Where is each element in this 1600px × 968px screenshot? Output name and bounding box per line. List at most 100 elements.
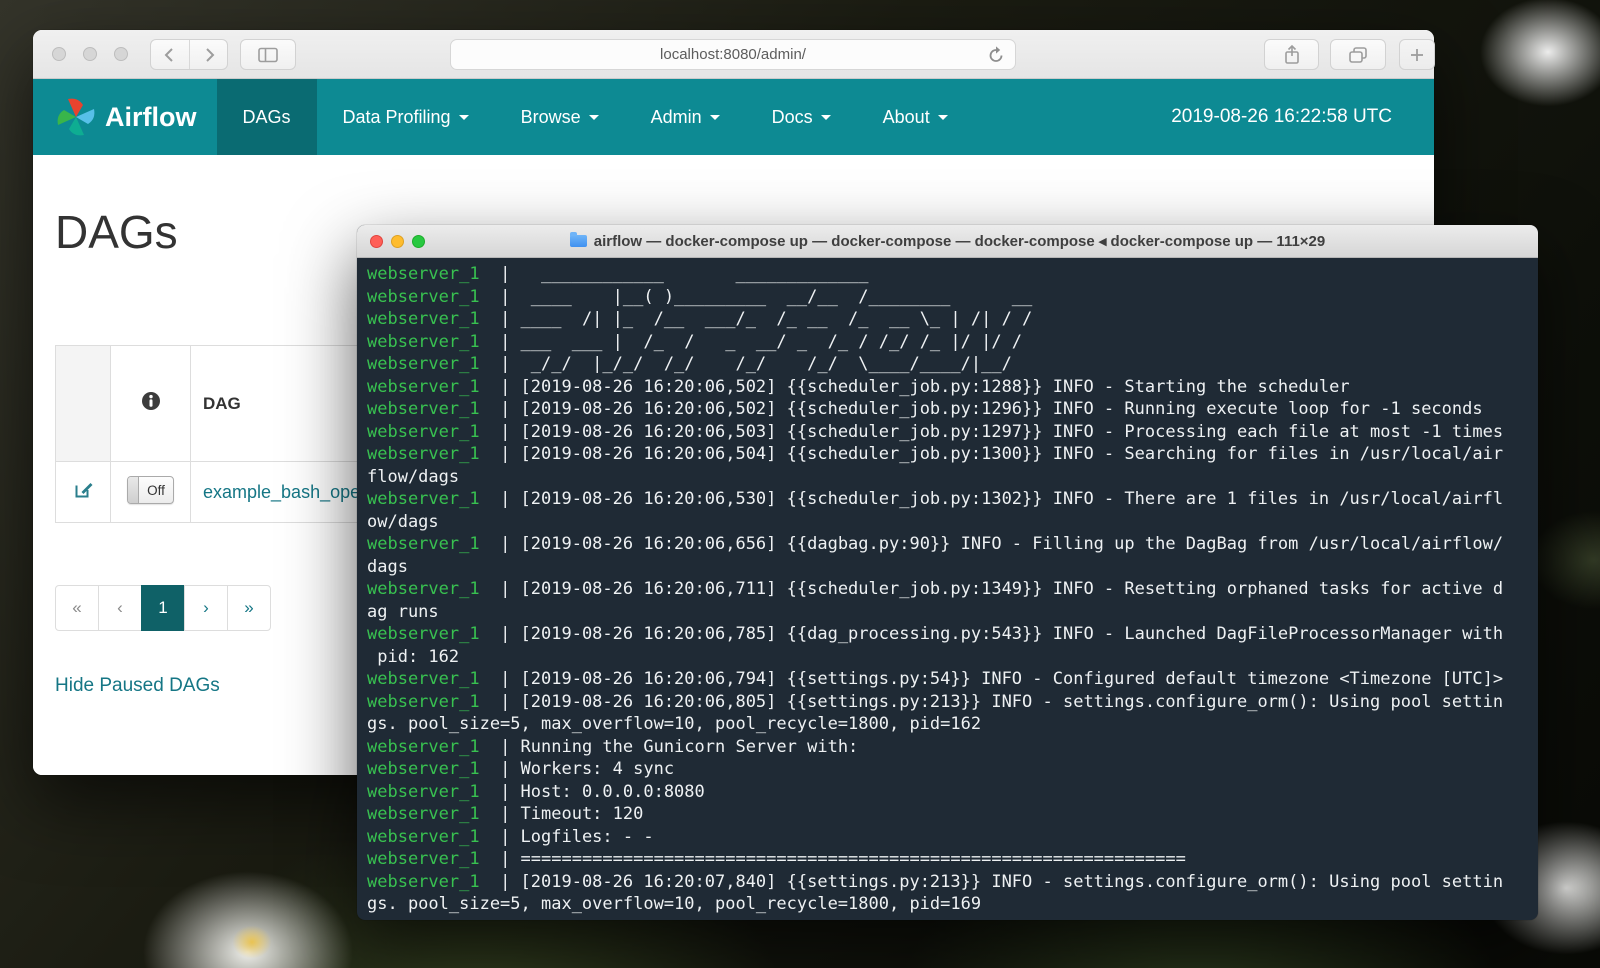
terminal-window-controls [370, 225, 425, 257]
hide-paused-dags-link[interactable]: Hide Paused DAGs [55, 675, 220, 697]
log-text-wrapped: gs. pool_size=5, max_overflow=10, pool_r… [367, 894, 981, 914]
terminal-window: airflow — docker-compose up — docker-com… [357, 225, 1538, 920]
caret-down-icon [459, 115, 469, 120]
browser-minimize-button[interactable] [83, 47, 97, 61]
terminal-output[interactable]: webserver_1 | ____________ _____________… [357, 258, 1538, 920]
log-text-wrapped: flow/dags [367, 467, 459, 487]
chevron-left-icon [161, 46, 179, 64]
terminal-line: webserver_1 | Workers: 4 sync [367, 758, 1538, 781]
utc-clock: 2019-08-26 16:22:58 UTC [1171, 106, 1392, 128]
log-text-wrapped: ag runs [367, 602, 439, 622]
terminal-line: webserver_1 | [2019-08-26 16:20:06,785] … [367, 623, 1538, 646]
browser-zoom-button[interactable] [114, 47, 128, 61]
terminal-title-group: airflow — docker-compose up — docker-com… [570, 232, 1326, 250]
history-buttons [150, 39, 228, 70]
forward-button[interactable] [189, 40, 227, 69]
nav-item-about[interactable]: About [857, 79, 974, 155]
nav-item-admin[interactable]: Admin [625, 79, 746, 155]
terminal-line: gs. pool_size=5, max_overflow=10, pool_r… [367, 713, 1538, 736]
nav-item-data-profiling[interactable]: Data Profiling [317, 79, 495, 155]
service-name: webserver_1 [367, 737, 480, 757]
table-header-info [111, 346, 191, 462]
log-text: | [2019-08-26 16:20:06,530] {{scheduler_… [480, 489, 1504, 509]
log-text-wrapped: gs. pool_size=5, max_overflow=10, pool_r… [367, 714, 981, 734]
airflow-navbar: Airflow DAGsData Profiling Browse Admin Doc… [33, 79, 1434, 155]
share-button[interactable] [1264, 39, 1319, 70]
service-name: webserver_1 [367, 624, 480, 644]
terminal-line: webserver_1 | [2019-08-26 16:20:06,711] … [367, 578, 1538, 601]
service-name: webserver_1 [367, 669, 480, 689]
log-text: | ======================================… [480, 849, 1186, 869]
edit-dag-icon[interactable] [73, 487, 94, 504]
terminal-titlebar[interactable]: airflow — docker-compose up — docker-com… [357, 225, 1538, 258]
address-bar[interactable]: localhost:8080/admin/ [450, 39, 1016, 70]
log-text: | Running the Gunicorn Server with: [480, 737, 859, 757]
log-text: | ___ ___ | /_ / _ __/ _ /_ / /_/ /_ |/ … [480, 332, 1022, 352]
nav-item-browse[interactable]: Browse [495, 79, 625, 155]
url-text: localhost:8080/admin/ [660, 46, 806, 63]
log-text-wrapped: pid: 162 [367, 647, 459, 667]
toggle-label: Off [139, 477, 173, 503]
brand-name: Airflow [105, 102, 197, 133]
log-text-wrapped: dags [367, 557, 408, 577]
show-tabs-button[interactable] [1330, 39, 1386, 70]
terminal-line: webserver_1 | ____________ _____________ [367, 263, 1538, 286]
pagination-button-4[interactable]: › [184, 585, 228, 631]
log-text: | [2019-08-26 16:20:06,502] {{scheduler_… [480, 377, 1350, 397]
service-name: webserver_1 [367, 534, 480, 554]
service-name: webserver_1 [367, 444, 480, 464]
log-text: | [2019-08-26 16:20:06,656] {{dagbag.py:… [480, 534, 1504, 554]
service-name: webserver_1 [367, 872, 480, 892]
dag-pause-toggle[interactable]: Off [127, 476, 174, 504]
nav-item-label: Browse [521, 107, 581, 128]
service-name: webserver_1 [367, 849, 480, 869]
pagination-button-3[interactable]: 1 [141, 585, 185, 631]
terminal-minimize-button[interactable] [391, 235, 404, 248]
terminal-line: webserver_1 | [2019-08-26 16:20:06,656] … [367, 533, 1538, 556]
browser-window-controls [52, 30, 128, 78]
pagination-button-2[interactable]: ‹ [98, 585, 142, 631]
service-name: webserver_1 [367, 309, 480, 329]
table-header-blank [56, 346, 111, 462]
nav-item-docs[interactable]: Docs [746, 79, 857, 155]
caret-down-icon [710, 115, 720, 120]
terminal-line: webserver_1 | [2019-08-26 16:20:06,504] … [367, 443, 1538, 466]
terminal-line: webserver_1 | [2019-08-26 16:20:06,503] … [367, 421, 1538, 444]
sidebar-button[interactable] [240, 39, 296, 70]
nav-item-dags[interactable]: DAGs [217, 79, 317, 155]
nav-item-label: Docs [772, 107, 813, 128]
terminal-line: webserver_1 | ___ ___ | /_ / _ __/ _ /_ … [367, 331, 1538, 354]
service-name: webserver_1 [367, 377, 480, 397]
terminal-line: pid: 162 [367, 646, 1538, 669]
log-text: | Timeout: 120 [480, 804, 644, 824]
new-tab-button[interactable] [1399, 39, 1435, 70]
airflow-logo-icon [55, 96, 97, 138]
terminal-zoom-button[interactable] [412, 235, 425, 248]
log-text: | _/_/ |_/_/ /_/ /_/ /_/ \____/____/|__/ [480, 354, 1012, 374]
share-icon [1282, 44, 1302, 66]
chevron-right-icon [200, 46, 218, 64]
terminal-close-button[interactable] [370, 235, 383, 248]
terminal-line: ag runs [367, 601, 1538, 624]
log-text: | [2019-08-26 16:20:06,805] {{settings.p… [480, 692, 1504, 712]
log-text: | [2019-08-26 16:20:06,794] {{settings.p… [480, 669, 1504, 689]
dag-column-label: DAG [203, 394, 241, 413]
reload-icon[interactable] [986, 45, 1006, 65]
terminal-line: gs. pool_size=5, max_overflow=10, pool_r… [367, 893, 1538, 916]
terminal-line: webserver_1 | Logfiles: - - [367, 826, 1538, 849]
service-name: webserver_1 [367, 827, 480, 847]
terminal-line: webserver_1 | [2019-08-26 16:20:06,502] … [367, 376, 1538, 399]
pagination-button-5[interactable]: » [227, 585, 271, 631]
terminal-line: flow/dags [367, 466, 1538, 489]
terminal-line: dags [367, 556, 1538, 579]
page-title: DAGs [55, 205, 178, 259]
terminal-line: webserver_1 | [2019-08-26 16:20:06,530] … [367, 488, 1538, 511]
terminal-line: webserver_1 | Running the Gunicorn Serve… [367, 736, 1538, 759]
service-name: webserver_1 [367, 332, 480, 352]
terminal-line: webserver_1 | ==========================… [367, 848, 1538, 871]
browser-close-button[interactable] [52, 47, 66, 61]
log-text: | [2019-08-26 16:20:06,504] {{scheduler_… [480, 444, 1504, 464]
service-name: webserver_1 [367, 782, 480, 802]
pagination-button-1[interactable]: « [55, 585, 99, 631]
back-button[interactable] [151, 40, 189, 69]
